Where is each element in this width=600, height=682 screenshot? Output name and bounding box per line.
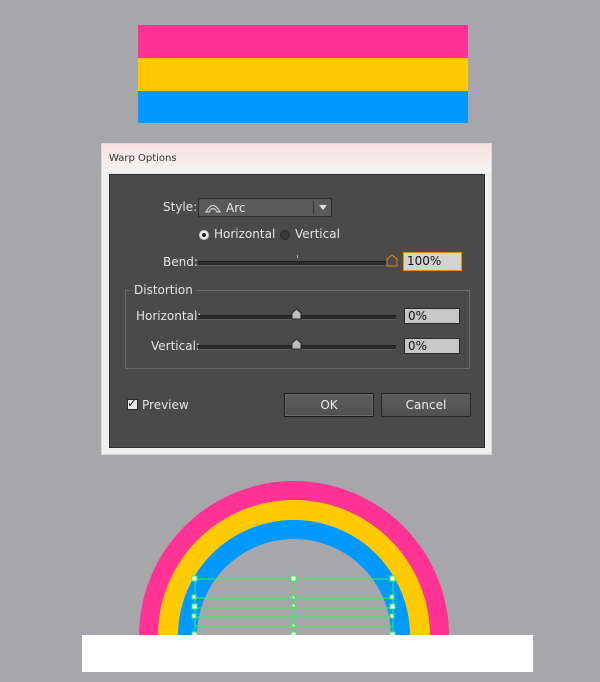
pride-flag-rectangle xyxy=(138,25,468,123)
distortion-group: Distortion xyxy=(125,283,470,369)
bend-label: Bend: xyxy=(163,255,198,269)
style-dropdown[interactable]: Arc xyxy=(198,198,332,217)
distortion-vertical-value-field[interactable]: 0% xyxy=(404,338,460,354)
warp-options-dialog: Warp Options Style: Arc Horizontal Verti… xyxy=(101,143,492,455)
preview-checkbox[interactable]: ✓ xyxy=(127,396,138,410)
checkmark-icon: ✓ xyxy=(127,396,138,410)
distortion-vertical-slider-thumb[interactable] xyxy=(291,338,302,353)
preview-checkbox-label[interactable]: Preview xyxy=(142,398,189,412)
cancel-button[interactable]: Cancel xyxy=(381,393,471,417)
distortion-vertical-label: Vertical: xyxy=(151,339,200,353)
horizontal-radio-label[interactable]: Horizontal xyxy=(214,227,275,241)
flag-stripe-yellow xyxy=(138,58,468,91)
vertical-radio[interactable] xyxy=(280,230,290,240)
dialog-titlebar[interactable]: Warp Options xyxy=(102,144,491,172)
white-artboard-strip xyxy=(82,635,533,672)
flag-stripe-pink xyxy=(138,25,468,58)
bend-slider-center-tick xyxy=(297,255,298,258)
flag-stripe-blue xyxy=(138,91,468,123)
distortion-horizontal-value-field[interactable]: 0% xyxy=(404,308,460,324)
ok-button[interactable]: OK xyxy=(284,393,374,417)
chevron-down-icon[interactable] xyxy=(319,205,327,210)
horizontal-radio[interactable] xyxy=(199,230,209,240)
bend-slider-thumb[interactable] xyxy=(386,254,398,270)
bend-slider-track[interactable] xyxy=(198,261,398,266)
dropdown-separator xyxy=(313,201,314,214)
dialog-panel: Style: Arc Horizontal Vertical Bend: 100… xyxy=(109,174,485,448)
distortion-horizontal-label: Horizontal: xyxy=(136,309,202,323)
style-label: Style: xyxy=(163,200,198,214)
vertical-radio-label[interactable]: Vertical xyxy=(295,227,340,241)
style-selected-value: Arc xyxy=(226,201,246,215)
dialog-title: Warp Options xyxy=(109,153,177,164)
distortion-horizontal-slider-thumb[interactable] xyxy=(291,308,302,323)
bend-value-field[interactable]: 100% xyxy=(402,251,463,272)
arc-style-icon xyxy=(204,202,222,217)
distortion-legend: Distortion xyxy=(131,283,196,297)
